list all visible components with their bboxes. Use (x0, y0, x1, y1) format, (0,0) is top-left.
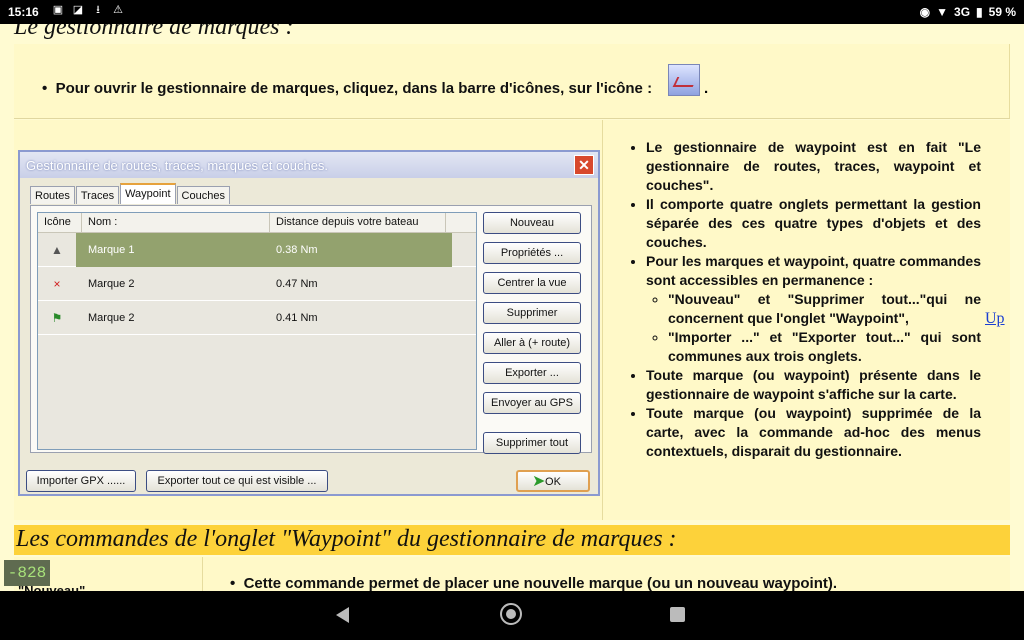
list-item: ⚑ Marque 2 0.41 Nm (38, 301, 476, 335)
tab-routes: Routes (30, 186, 75, 204)
instruction-end: . (704, 80, 709, 97)
content-row: Gestionnaire de routes, traces, marques … (14, 120, 1010, 520)
tab-waypoint: Waypoint (120, 183, 176, 204)
tab-panel: Icône Nom : Distance depuis votre bateau… (30, 205, 592, 454)
system-icons: ◉ ▼ 3G ▮ 59 % (920, 5, 1016, 19)
description-item: Toute marque (ou waypoint) présente dans… (646, 366, 981, 404)
marks-manager-icon (668, 64, 700, 96)
flag-mark-icon: ⚑ (51, 311, 63, 325)
waypoint-list: Icône Nom : Distance depuis votre bateau… (37, 212, 477, 450)
status-bar: 15:16 ▣ ◪ ⭳ ⚠ ◉ ▼ 3G ▮ 59 % (0, 0, 1024, 24)
aller-a-button: Aller à (+ route) (483, 332, 581, 354)
dialog-titlebar: Gestionnaire de routes, traces, marques … (20, 152, 598, 178)
command-description: • Cette commande permet de placer une no… (230, 575, 838, 591)
list-item: × Marque 2 0.47 Nm (38, 267, 476, 301)
scroll-counter: -828 (4, 560, 50, 586)
ok-button: OK (516, 470, 590, 492)
row-separator (14, 118, 1010, 119)
list-header: Icône Nom : Distance depuis votre bateau (38, 213, 476, 233)
supprimer-tout-button: Supprimer tout (483, 432, 581, 454)
home-icon[interactable] (500, 603, 522, 625)
image-icon: ▣ (52, 4, 64, 16)
exporter-button: Exporter ... (483, 362, 581, 384)
open-instruction: • Pour ouvrir le gestionnaire de marques… (42, 80, 653, 97)
mark-distance: 0.47 Nm (276, 278, 318, 290)
commands-heading-bar: Les commandes de l'onglet "Waypoint" du … (14, 525, 1010, 555)
network-type: 3G (954, 5, 971, 19)
triangle-mark-icon: ▲ (51, 243, 63, 257)
tab-couches: Couches (176, 186, 230, 204)
command-row: "Nouveau" • Cette commande permet de pla… (14, 557, 1010, 591)
envoyer-gps-button: Envoyer au GPS (483, 392, 581, 414)
description-item: Pour les marques et waypoint, quatre com… (646, 252, 981, 366)
section-heading: Le gestionnaire de marques : (14, 24, 294, 40)
importer-gpx-button: Importer GPX ...... (26, 470, 136, 492)
battery-level: 59 % (988, 5, 1016, 19)
list-item: ▲ Marque 1 0.38 Nm (38, 233, 476, 267)
clock: 15:16 (8, 5, 39, 19)
warning-icon: ⚠ (113, 4, 123, 16)
location-icon: ◉ (919, 5, 931, 19)
download-icon: ⭳ (96, 4, 100, 16)
description-subitem: "Importer ..." et "Exporter tout..." qui… (668, 328, 981, 366)
col-distance: Distance depuis votre bateau (270, 213, 446, 232)
mark-name: Marque 1 (88, 244, 135, 256)
col-icon: Icône (38, 213, 82, 232)
mouse-cursor-icon: ➤ (532, 473, 546, 490)
description-subitem: "Nouveau" et "Supprimer tout..."qui ne c… (668, 290, 981, 328)
mark-distance: 0.38 Nm (276, 244, 318, 256)
description-text: Le gestionnaire de waypoint est en fait … (626, 138, 981, 461)
description-item: Le gestionnaire de waypoint est en fait … (646, 138, 981, 195)
exporter-tout-button: Exporter tout ce qui est visible ... (146, 470, 328, 492)
tab-traces: Traces (75, 186, 120, 204)
commands-heading: Les commandes de l'onglet "Waypoint" du … (16, 526, 677, 552)
mark-distance: 0.41 Nm (276, 312, 318, 324)
description-item: Toute marque (ou waypoint) supprimée de … (646, 404, 981, 461)
centrer-vue-button: Centrer la vue (483, 272, 581, 294)
column-divider (602, 120, 603, 520)
nouveau-button: Nouveau (483, 212, 581, 234)
web-page[interactable]: Le gestionnaire de marques : • Pour ouvr… (0, 24, 1024, 591)
manager-dialog-screenshot: Gestionnaire de routes, traces, marques … (18, 150, 600, 496)
navigation-bar (0, 591, 1024, 640)
supprimer-button: Supprimer (483, 302, 581, 324)
recent-apps-icon[interactable] (670, 607, 685, 622)
dialog-title: Gestionnaire de routes, traces, marques … (26, 158, 329, 173)
dialog-tabs: Routes Traces Waypoint Couches (30, 183, 231, 204)
column-divider (202, 557, 203, 591)
mark-name: Marque 2 (88, 312, 135, 324)
close-icon: ✕ (574, 155, 594, 175)
col-name: Nom : (82, 213, 270, 232)
instruction-row: • Pour ouvrir le gestionnaire de marques… (14, 44, 1010, 118)
notification-icons: ▣ ◪ ⭳ ⚠ (52, 4, 124, 16)
proprietes-button: Propriétés ... (483, 242, 581, 264)
cast-icon: ◪ (72, 4, 84, 16)
battery-icon: ▮ (976, 5, 983, 19)
up-link[interactable]: Up (985, 310, 1005, 328)
back-icon[interactable] (336, 607, 349, 623)
description-item: Il comporte quatre onglets permettant la… (646, 195, 981, 252)
mark-name: Marque 2 (88, 278, 135, 290)
cross-mark-icon: × (53, 277, 61, 291)
wifi-icon: ▼ (936, 5, 949, 19)
